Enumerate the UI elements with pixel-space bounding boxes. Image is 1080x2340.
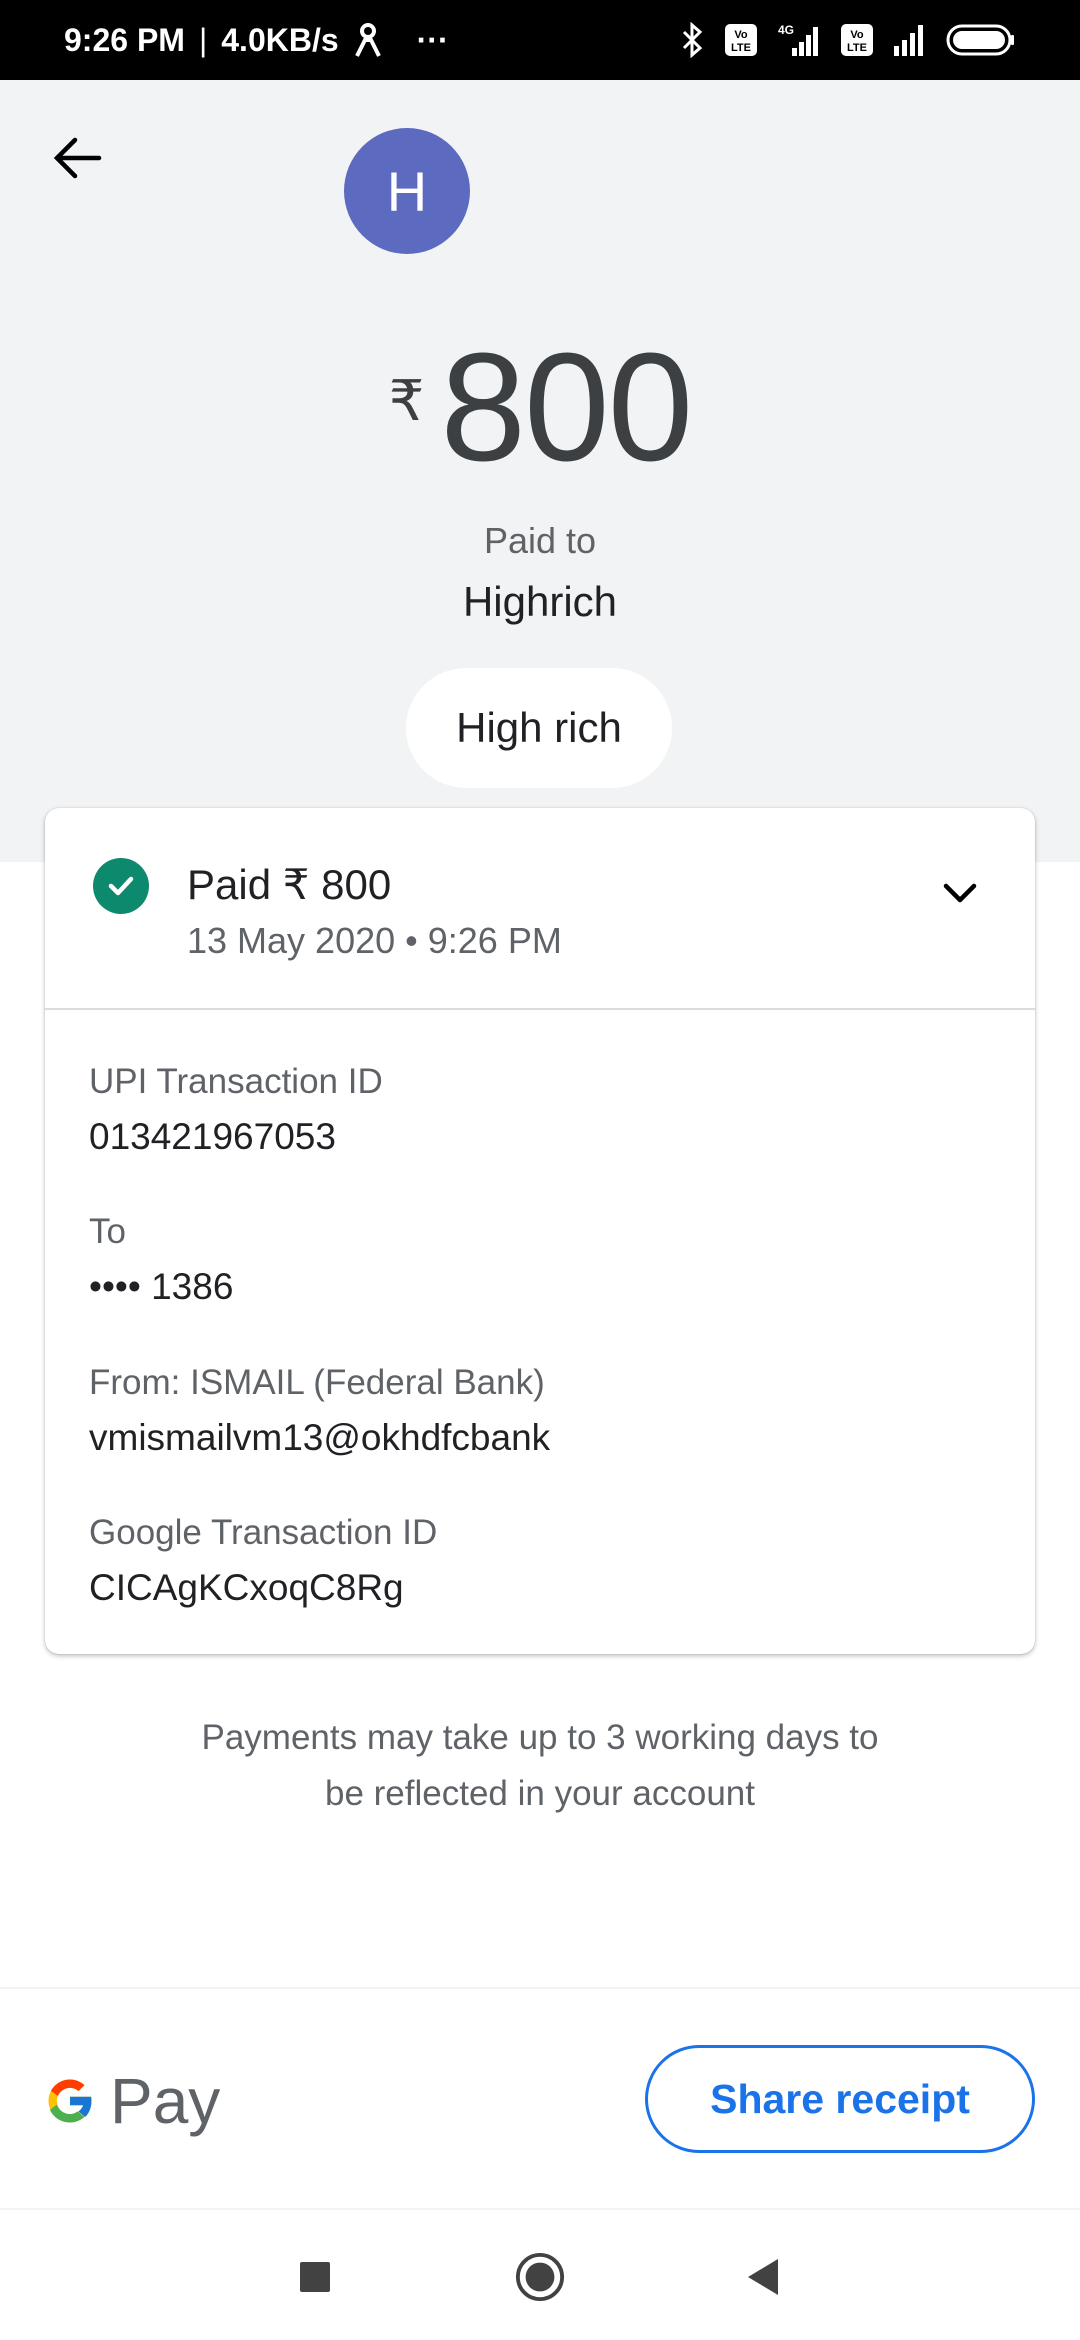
bluetooth-icon (680, 22, 706, 58)
transaction-details-card: Paid ₹ 800 13 May 2020 • 9:26 PM UPI Tra… (45, 808, 1035, 1654)
svg-text:Vo: Vo (850, 29, 864, 41)
payment-note-chip: High rich (406, 668, 672, 788)
detail-label: To (89, 1212, 126, 1251)
check-circle-icon (93, 858, 149, 914)
amount: ₹ 800 (0, 330, 1080, 484)
footer-divider (0, 1987, 1080, 1989)
back-nav-button[interactable] (738, 2252, 788, 2302)
detail-label: From: ISMAIL (Federal Bank) (89, 1363, 545, 1402)
svg-text:LTE: LTE (731, 42, 751, 54)
detail-label: Google Transaction ID (89, 1513, 438, 1552)
share-receipt-label: Share receipt (710, 2075, 970, 2122)
svg-text:4G: 4G (778, 23, 794, 37)
recents-square-icon (300, 2262, 330, 2292)
amount-value: 800 (440, 321, 693, 493)
transaction-datetime: 13 May 2020 • 9:26 PM (187, 920, 562, 961)
status-right: Vo LTE 4G Vo LTE (680, 22, 1016, 58)
detail-google-transaction-id: Google Transaction ID CICAgKCxoqC8Rg (89, 1513, 437, 1609)
arrow-back-icon (53, 137, 102, 179)
share-receipt-button[interactable]: Share receipt (645, 2045, 1035, 2153)
detail-value[interactable]: 013421967053 (89, 1116, 383, 1158)
notice-line-2: be reflected in your account (325, 1774, 755, 1813)
notice-line-1: Payments may take up to 3 working days t… (201, 1718, 879, 1757)
detail-value: vmismailvm13@okhdfcbank (89, 1417, 551, 1458)
transaction-summary[interactable]: Paid ₹ 800 13 May 2020 • 9:26 PM (45, 808, 1035, 1010)
expand-button[interactable] (935, 868, 985, 918)
nav-divider (0, 2208, 1080, 2210)
back-button[interactable] (48, 128, 108, 188)
payment-notice: Payments may take up to 3 working days t… (0, 1710, 1080, 1822)
person-icon (353, 22, 383, 58)
google-g-icon (48, 2079, 93, 2123)
recents-button[interactable] (290, 2252, 340, 2302)
status-left: 9:26 PM | 4.0KB/s ··· (64, 22, 449, 59)
detail-value[interactable]: CICAgKCxoqC8Rg (89, 1567, 437, 1609)
signal-icon (892, 22, 928, 58)
back-triangle-icon (748, 2259, 778, 2295)
payee-name: Highrich (462, 578, 618, 625)
status-time: 9:26 PM (64, 21, 185, 58)
paid-to-label: Paid to (483, 520, 597, 561)
home-circle-icon (515, 2252, 565, 2302)
volte-icon: Vo LTE (840, 23, 874, 57)
svg-text:LTE: LTE (847, 42, 867, 54)
gpay-logo: Pay (42, 2064, 220, 2138)
battery-icon (946, 23, 1016, 57)
avatar-letter: H (386, 159, 428, 223)
svg-text:Vo: Vo (734, 29, 748, 41)
gpay-logo-text: Pay (110, 2065, 221, 2137)
payment-header: H ₹ 800 Paid to Highrich High rich (0, 80, 1080, 862)
detail-value: •••• 1386 (89, 1266, 234, 1307)
detail-from-account: From: ISMAIL (Federal Bank) vmismailvm13… (89, 1363, 550, 1459)
detail-to-account: To •••• 1386 (89, 1212, 233, 1308)
volte-icon: Vo LTE (724, 23, 758, 57)
home-button[interactable] (515, 2252, 565, 2302)
status-more-dots: ··· (416, 21, 449, 58)
status-network-speed: 4.0KB/s (221, 21, 339, 58)
signal-4g-icon: 4G (776, 22, 822, 58)
detail-upi-transaction-id: UPI Transaction ID 013421967053 (89, 1062, 383, 1158)
payment-note: High rich (456, 704, 622, 751)
paid-status-title: Paid ₹ 800 (187, 861, 392, 908)
chevron-down-icon (943, 883, 977, 903)
currency-symbol: ₹ (388, 369, 425, 432)
avatar: H (344, 128, 470, 254)
status-bar: 9:26 PM | 4.0KB/s ··· Vo LTE 4G Vo LTE (0, 0, 1080, 80)
system-nav-bar (0, 2212, 1080, 2340)
detail-label: UPI Transaction ID (89, 1062, 383, 1101)
status-separator: | (198, 21, 208, 58)
